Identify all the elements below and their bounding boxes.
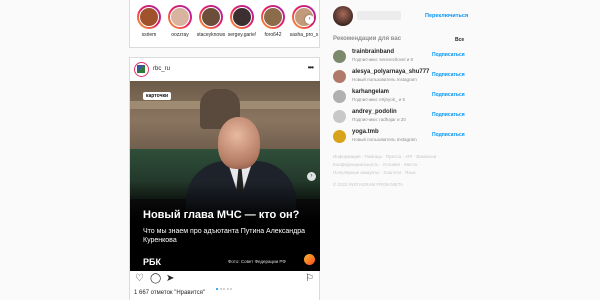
carousel-dot (226, 288, 229, 290)
carousel-next-icon[interactable]: › (307, 172, 316, 181)
story-avatar (201, 7, 221, 27)
story-item[interactable]: sasha_pro_s (289, 5, 319, 38)
suggestion-subtitle: Новый пользователь Instagram (352, 137, 417, 142)
photo-credit: Фото: Совет Федерации РФ (228, 259, 286, 264)
story-username: oozzray (171, 32, 189, 38)
instagram-feed: ssriem oozzray staceyknows sergey.garie!… (0, 0, 600, 300)
carousel-dot (216, 288, 218, 290)
story-item[interactable]: sergey.garie! (227, 5, 257, 38)
suggestion-item: alesya_polyarnaya_shu777 Новый пользоват… (333, 69, 465, 85)
main-person-head (218, 117, 260, 169)
story-ring (168, 5, 192, 29)
suggestion-subtitle: Подписчики: ertjnyok_ и 5 (352, 97, 406, 102)
footer-links[interactable]: Информация · Помощь · Пресса · API · Вак… (333, 153, 445, 177)
suggestion-item: karhangelam Подписчики: ertjnyok_ и 5 По… (333, 89, 465, 105)
chevron-right-icon[interactable]: › (305, 15, 314, 24)
copyright: © 2022 INSTAGRAM FROM META (333, 182, 404, 187)
story-item[interactable]: ssriem (134, 5, 164, 38)
story-avatar (170, 7, 190, 27)
suggestion-avatar[interactable] (333, 90, 346, 103)
suggestion-subtitle: Подписчики: radhajar и 20 (352, 117, 406, 122)
post-subheadline: Что мы знаем про адъютанта Путина Алекса… (143, 228, 305, 244)
post-author-username[interactable]: rbc_ru (153, 66, 170, 72)
suggestion-subtitle: Новый пользователь Instagram (352, 77, 417, 82)
brand-logo-text: РБК (143, 257, 161, 267)
suggestion-avatar[interactable] (333, 110, 346, 123)
follow-button[interactable]: Подписаться (432, 112, 465, 118)
suggestion-item: trainbrainband Подписчики: serevectlovel… (333, 49, 465, 65)
follow-button[interactable]: Подписаться (432, 72, 465, 78)
suggestion-username[interactable]: trainbrainband (352, 49, 394, 55)
more-options-icon[interactable]: ••• (308, 63, 314, 72)
post-actions: ♡ ◯ ➤ ⚐ (130, 273, 319, 290)
post-author-avatar[interactable] (134, 62, 149, 77)
suggestion-item: yoga.tmb Новый пользователь Instagram По… (333, 129, 465, 145)
follow-button[interactable]: Подписаться (432, 92, 465, 98)
suggestion-avatar[interactable] (333, 70, 346, 83)
suggestion-username[interactable]: alesya_polyarnaya_shu777 (352, 69, 429, 75)
category-tag: карточки (143, 92, 172, 100)
story-username: sasha_pro_s (289, 32, 319, 38)
post-header: rbc_ru ••• (130, 58, 319, 81)
likes-count[interactable]: 1 667 отметок "Нравится" (134, 290, 205, 296)
suggestion-username[interactable]: yoga.tmb (352, 129, 379, 135)
suggestion-username[interactable]: andrey_podolin (352, 109, 397, 115)
story-username: foro642 (264, 32, 282, 38)
story-avatar (139, 7, 159, 27)
suggestions-title: Рекомендации для вас (333, 36, 402, 42)
story-item[interactable]: foro642 (258, 5, 288, 38)
story-ring (261, 5, 285, 29)
story-ring (137, 5, 161, 29)
carousel-dots (216, 277, 234, 295)
follow-button[interactable]: Подписаться (432, 132, 465, 138)
current-user-name[interactable] (357, 11, 401, 20)
post-image[interactable]: карточки › Новый глава МЧС — кто он? Что… (130, 81, 320, 271)
story-item[interactable]: oozzray (165, 5, 195, 38)
bookmark-icon[interactable]: ⚐ (305, 274, 314, 284)
brand-badge-icon (304, 254, 315, 265)
like-icon[interactable]: ♡ (135, 274, 144, 284)
feed-post: rbc_ru ••• карточки › Новый глава МЧС — … (129, 57, 320, 300)
story-avatar (263, 7, 283, 27)
carousel-dot (223, 288, 225, 290)
post-headline: Новый глава МЧС — кто он? (143, 209, 300, 221)
switch-account-link[interactable]: Переключиться (425, 13, 468, 19)
story-item[interactable]: staceyknows (196, 5, 226, 38)
suggestion-avatar[interactable] (333, 130, 346, 143)
carousel-dot (230, 288, 232, 290)
suggestion-avatar[interactable] (333, 50, 346, 63)
story-username: ssriem (141, 32, 157, 38)
stories-tray: ssriem oozzray staceyknows sergey.garie!… (129, 0, 320, 48)
story-username: sergey.garie! (227, 32, 257, 38)
suggestion-subtitle: Подписчики: serevectlovel и 8 (352, 57, 414, 62)
share-icon[interactable]: ➤ (166, 274, 174, 284)
carousel-dot (219, 288, 222, 290)
follow-button[interactable]: Подписаться (432, 52, 465, 58)
story-avatar (232, 7, 252, 27)
current-user-avatar[interactable] (333, 6, 353, 26)
comment-icon[interactable]: ◯ (150, 274, 161, 284)
rbc-logo-icon (137, 65, 145, 73)
story-username: staceyknows (196, 32, 226, 38)
story-ring (199, 5, 223, 29)
suggestion-username[interactable]: karhangelam (352, 89, 389, 95)
story-ring (230, 5, 254, 29)
see-all-link[interactable]: Все (455, 37, 464, 43)
suggestion-item: andrey_podolin Подписчики: radhajar и 20… (333, 109, 465, 125)
